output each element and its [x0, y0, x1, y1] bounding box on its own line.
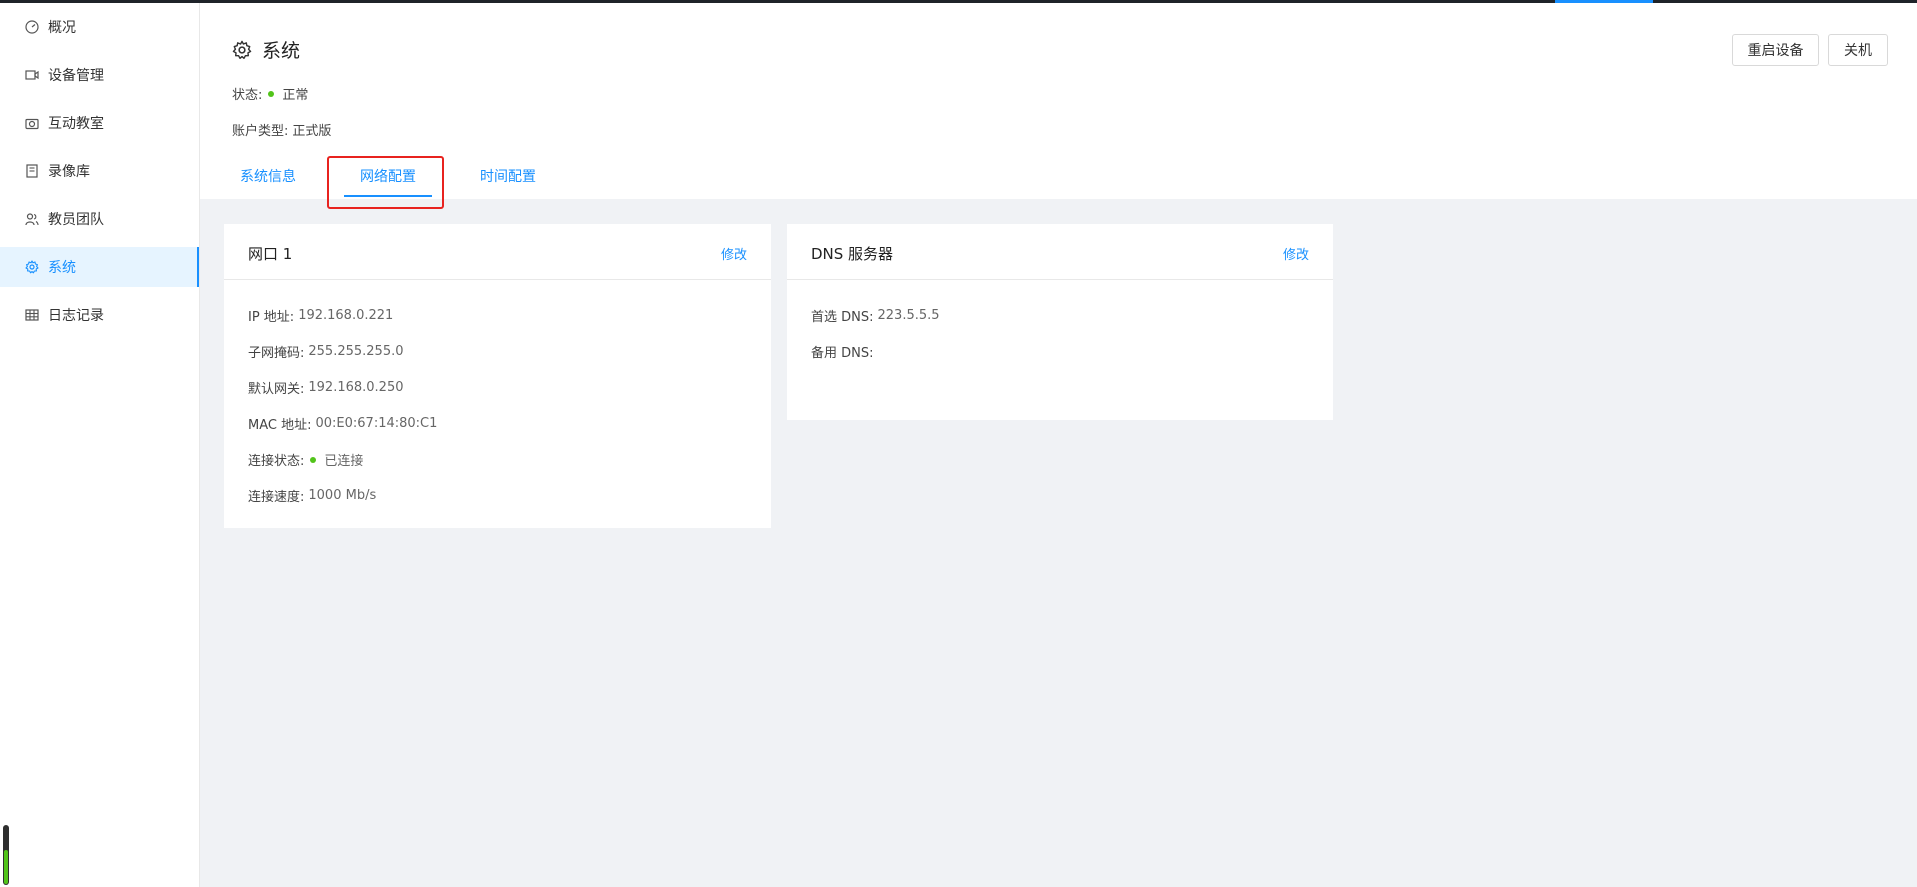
sidebar-item-label: 互动教室: [48, 116, 104, 132]
sidebar-item-logs[interactable]: 日志记录: [0, 295, 199, 335]
sidebar-item-label: 教员团队: [48, 212, 104, 228]
sidebar-item-devices[interactable]: 设备管理: [0, 55, 199, 95]
dashboard-icon: [24, 19, 40, 35]
gear-icon: [24, 259, 40, 275]
primary-dns-value: 223.5.5.5: [877, 308, 940, 323]
page-title-text: 系统: [262, 40, 301, 62]
restart-device-button[interactable]: 重启设备: [1732, 34, 1819, 66]
dns-card-header: DNS 服务器 修改: [787, 224, 1333, 280]
status-value: 正常: [282, 88, 309, 103]
camera-device-icon: [24, 67, 40, 83]
status-label: 状态:: [232, 88, 263, 103]
tab-time-config[interactable]: 时间配置: [480, 166, 536, 186]
connection-field: 连接状态: 已连接: [248, 450, 363, 469]
port-card: 网口 1 修改 IP 地址: 192.168.0.221 子网掩码: 255.2…: [224, 224, 771, 528]
mac-value: 00:E0:67:14:80:C1: [315, 416, 438, 431]
connection-label: 连接状态:: [248, 454, 305, 469]
secondary-dns-field: 备用 DNS:: [811, 342, 878, 361]
port-card-header: 网口 1 修改: [224, 224, 771, 280]
tab-system-info[interactable]: 系统信息: [240, 166, 296, 186]
page-title: 系统: [232, 36, 300, 63]
speed-field: 连接速度: 1000 Mb/s: [248, 486, 376, 505]
account-value: 正式版: [292, 124, 332, 139]
primary-dns-label: 首选 DNS:: [811, 310, 874, 325]
connection-dot: [310, 456, 317, 463]
mac-field: MAC 地址: 00:E0:67:14:80:C1: [248, 414, 437, 433]
gateway-label: 默认网关:: [248, 382, 305, 397]
dns-card-title: DNS 服务器: [811, 245, 894, 263]
tab-highlight-box: [327, 156, 444, 209]
shutdown-button[interactable]: 关机: [1828, 34, 1888, 66]
page-header: [200, 3, 1917, 199]
team-icon: [24, 211, 40, 227]
account-line: 账户类型: 正式版: [232, 120, 331, 139]
sidebar: 概况 设备管理 互动教室 录像库 教员团队 系统 日志记录: [0, 3, 200, 887]
sidebar-item-label: 系统: [48, 260, 76, 276]
camera-icon: [24, 115, 40, 131]
mac-label: MAC 地址:: [248, 418, 312, 433]
mask-value: 255.255.255.0: [308, 344, 404, 359]
sidebar-item-overview[interactable]: 概况: [0, 7, 199, 47]
book-icon: [24, 163, 40, 179]
sidebar-item-label: 概况: [48, 20, 76, 36]
port-edit-link[interactable]: 修改: [721, 244, 747, 263]
speed-value: 1000 Mb/s: [308, 488, 377, 503]
mask-field: 子网掩码: 255.255.255.0: [248, 342, 404, 361]
sidebar-item-label: 设备管理: [48, 68, 104, 84]
sidebar-item-system[interactable]: 系统: [0, 247, 199, 287]
ip-value: 192.168.0.221: [298, 308, 394, 323]
table-icon: [24, 307, 40, 323]
sidebar-item-classroom[interactable]: 互动教室: [0, 103, 199, 143]
dns-card: DNS 服务器 修改 首选 DNS: 223.5.5.5 备用 DNS:: [787, 224, 1333, 420]
sidebar-item-recordings[interactable]: 录像库: [0, 151, 199, 191]
sidebar-item-label: 日志记录: [48, 308, 104, 324]
connection-value: 已连接: [324, 454, 364, 469]
gateway-value: 192.168.0.250: [308, 380, 404, 395]
status-line: 状态: 正常: [232, 84, 308, 103]
port-card-title: 网口 1: [248, 245, 293, 263]
ip-field: IP 地址: 192.168.0.221: [248, 306, 393, 325]
dns-edit-link[interactable]: 修改: [1283, 244, 1309, 263]
ip-label: IP 地址:: [248, 310, 295, 325]
primary-dns-field: 首选 DNS: 223.5.5.5: [811, 306, 940, 325]
account-label: 账户类型:: [232, 124, 289, 139]
secondary-dns-label: 备用 DNS:: [811, 346, 874, 361]
mask-label: 子网掩码:: [248, 346, 305, 361]
scroll-indicator: [3, 825, 9, 885]
gear-icon: [232, 40, 252, 60]
gateway-field: 默认网关: 192.168.0.250: [248, 378, 404, 397]
speed-label: 连接速度:: [248, 490, 305, 505]
sidebar-item-team[interactable]: 教员团队: [0, 199, 199, 239]
status-dot: [268, 90, 275, 97]
sidebar-item-label: 录像库: [48, 164, 90, 180]
